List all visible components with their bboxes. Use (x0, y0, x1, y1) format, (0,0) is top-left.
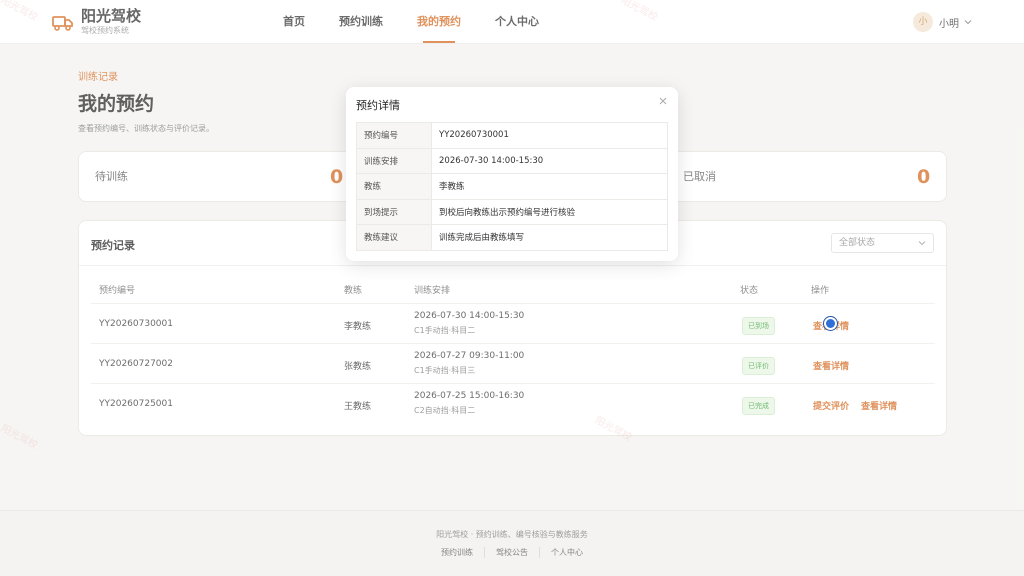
detail-value: 到校后向教练出示预约编号进行核验 (431, 198, 668, 225)
detail-key: 教练建议 (356, 224, 432, 251)
detail-value: 2026-07-30 14:00-15:30 (431, 147, 668, 174)
detail-row: 预约编号 YY20260730001 (356, 122, 668, 149)
detail-value: 训练完成后由教练填写 (431, 224, 668, 251)
detail-row: 教练 李教练 (356, 173, 668, 200)
detail-key: 预约编号 (356, 122, 432, 149)
detail-value: YY20260730001 (431, 122, 668, 149)
detail-key: 训练安排 (356, 147, 432, 174)
detail-key: 教练 (356, 173, 432, 200)
detail-table: 预约编号 YY20260730001 训练安排 2026-07-30 14:00… (356, 122, 668, 251)
detail-key: 到场提示 (356, 198, 432, 225)
detail-row: 教练建议 训练完成后由教练填写 (356, 224, 668, 251)
detail-row: 训练安排 2026-07-30 14:00-15:30 (356, 147, 668, 174)
close-icon[interactable] (658, 96, 668, 106)
modal-title: 预约详情 (356, 99, 400, 112)
detail-row: 到场提示 到校后向教练出示预约编号进行核验 (356, 198, 668, 225)
detail-value: 李教练 (431, 173, 668, 200)
mouse-cursor (824, 317, 837, 330)
booking-detail-modal: 预约详情 预约编号 YY20260730001 训练安排 2026-07-30 … (346, 87, 678, 261)
